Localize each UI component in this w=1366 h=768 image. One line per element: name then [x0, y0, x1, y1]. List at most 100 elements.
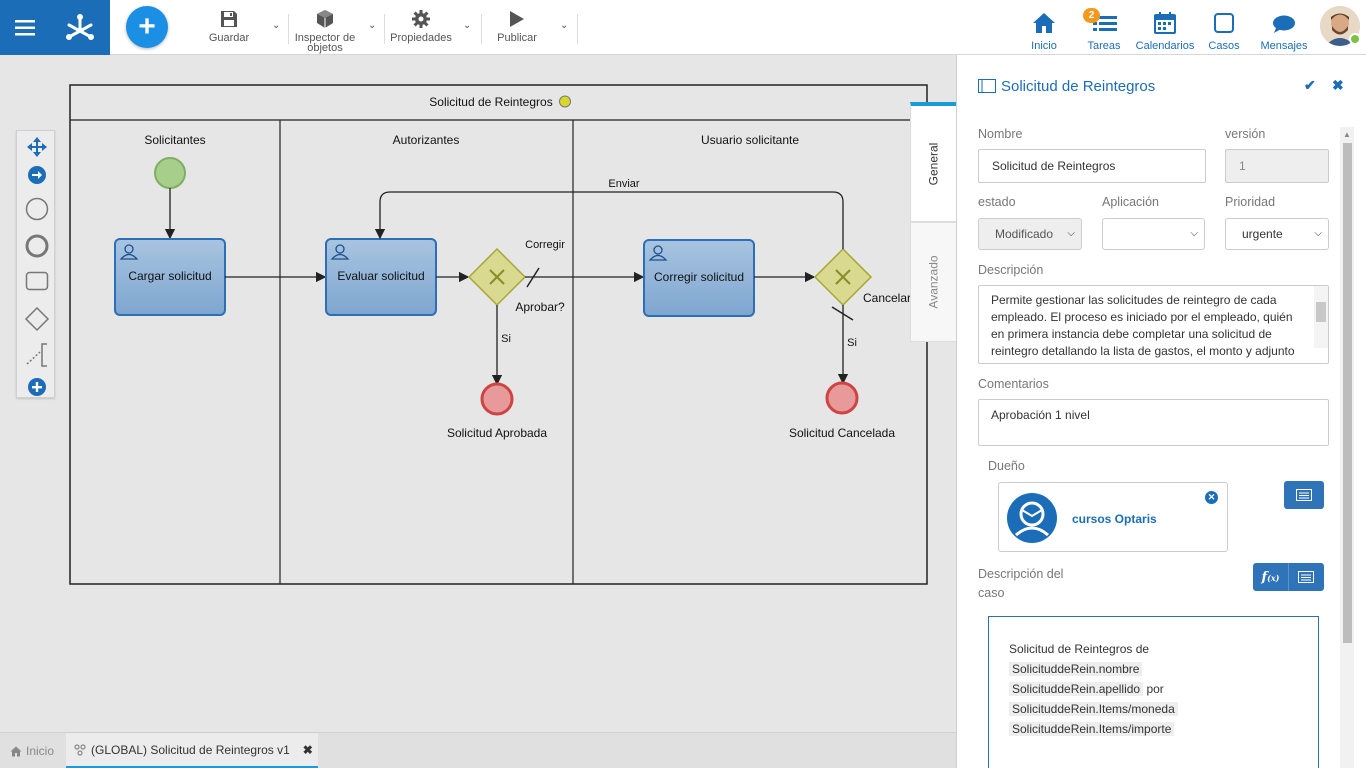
- more-tools-button[interactable]: [17, 377, 56, 397]
- application-select[interactable]: ⌵: [1102, 218, 1205, 250]
- publish-button[interactable]: Publicar: [492, 8, 542, 44]
- diamond-icon: [24, 306, 49, 332]
- owner-list-button[interactable]: [1284, 481, 1324, 509]
- properties-panel: Solicitud de Reintegros ✔ ✖ Nombre Solic…: [956, 55, 1366, 768]
- task-corregir-solicitud[interactable]: Corregir solicitud: [643, 239, 755, 317]
- bottom-tab-process[interactable]: (GLOBAL) Solicitud de Reintegros v1 ✖: [66, 733, 318, 768]
- task-tool[interactable]: [17, 271, 56, 291]
- start-event[interactable]: [154, 157, 186, 189]
- scroll-up-icon[interactable]: ▲: [1343, 130, 1351, 139]
- description-textarea[interactable]: Permite gestionar las solicitudes de rei…: [978, 285, 1329, 364]
- scroll-thumb[interactable]: [1316, 302, 1326, 322]
- menu-button[interactable]: [0, 0, 50, 55]
- app-logo[interactable]: [50, 0, 110, 55]
- tab-general[interactable]: General: [910, 102, 956, 222]
- bottom-tab-home[interactable]: Inicio: [0, 733, 64, 768]
- end-event-cancelada[interactable]: [825, 381, 859, 415]
- rounded-rect-icon: [25, 271, 48, 291]
- version-input: 1: [1225, 149, 1329, 183]
- state-select[interactable]: Modificado ⌵: [978, 218, 1082, 250]
- function-button[interactable]: f(x): [1254, 563, 1289, 591]
- nav-calendars[interactable]: Calendarios: [1134, 8, 1196, 52]
- case-list-button[interactable]: [1289, 563, 1324, 591]
- lane-label-solicitantes: Solicitantes: [144, 133, 205, 147]
- function-icon: f(x): [1261, 569, 1280, 585]
- nav-home-label: Inicio: [1031, 40, 1057, 52]
- remove-owner-button[interactable]: ✕: [1205, 491, 1218, 504]
- case-icon: [1214, 13, 1234, 33]
- case-variable-token[interactable]: SolicituddeRein.apellido: [1009, 682, 1144, 696]
- chevron-down-icon: ⌄: [272, 20, 281, 31]
- close-button[interactable]: ✖: [1332, 77, 1344, 94]
- publish-label: Publicar: [497, 32, 537, 44]
- publish-dropdown[interactable]: ⌄: [560, 20, 568, 31]
- connect-tool[interactable]: [17, 165, 56, 185]
- object-inspector-button[interactable]: Inspector de objetos: [290, 8, 360, 54]
- panel-scroll-thumb[interactable]: [1343, 143, 1352, 643]
- confirm-button[interactable]: ✔: [1304, 77, 1316, 94]
- pool-icon: [978, 79, 996, 93]
- divider: [481, 14, 482, 44]
- check-icon: ✔: [1304, 77, 1316, 93]
- move-icon: [26, 137, 47, 157]
- properties-label: Propiedades: [390, 32, 452, 44]
- inspector-dropdown[interactable]: ⌄: [368, 20, 376, 31]
- diagram-canvas[interactable]: Solicitud de Reintegros Solicitantes Aut…: [0, 55, 956, 732]
- online-status-indicator: [1349, 33, 1361, 45]
- start-event-tool[interactable]: [17, 197, 56, 221]
- pan-tool[interactable]: [17, 137, 56, 157]
- chevron-down-icon: ⌄: [560, 20, 569, 31]
- pool[interactable]: [69, 84, 928, 585]
- close-tab-button[interactable]: ✖: [303, 743, 313, 757]
- state-value: Modificado: [995, 227, 1054, 241]
- nav-tasks-label: Tareas: [1087, 40, 1121, 52]
- properties-dropdown[interactable]: ⌄: [463, 20, 471, 31]
- nav-home[interactable]: Inicio: [1024, 8, 1064, 52]
- chevron-down-icon: ⌄: [368, 20, 377, 31]
- object-inspector-label: Inspector de objetos: [294, 32, 356, 54]
- play-icon: [510, 11, 524, 27]
- name-input[interactable]: Solicitud de Reintegros: [978, 149, 1206, 183]
- description-scrollbar[interactable]: [1314, 286, 1328, 348]
- priority-select[interactable]: urgente ⌵: [1225, 218, 1329, 250]
- name-label: Nombre: [978, 127, 1023, 141]
- case-description-label: Descripción del caso: [978, 567, 1064, 600]
- list-icon: [1298, 571, 1314, 583]
- comments-textarea[interactable]: Aprobación 1 nivel: [978, 399, 1329, 446]
- process-icon: [74, 743, 86, 756]
- end-event-aprobada[interactable]: [480, 382, 514, 416]
- end-event-tool[interactable]: [17, 234, 56, 258]
- circle-icon: [25, 197, 48, 221]
- nav-cases[interactable]: Casos: [1204, 8, 1244, 52]
- description-label: Descripción: [978, 263, 1044, 277]
- annotation-icon: [25, 343, 47, 367]
- annotation-tool[interactable]: [17, 342, 56, 368]
- case-variable-token[interactable]: SolicituddeRein.Items/importe: [1009, 722, 1175, 736]
- task-evaluar-solicitud[interactable]: Evaluar solicitud: [325, 238, 437, 316]
- save-button[interactable]: Guardar: [205, 8, 253, 44]
- gear-icon: [412, 10, 430, 28]
- properties-button[interactable]: Propiedades: [388, 8, 454, 44]
- arrow-circle-icon: [27, 166, 46, 184]
- task-cargar-solicitud[interactable]: Cargar solicitud: [114, 238, 226, 316]
- case-variable-token[interactable]: SolicituddeRein.Items/moneda: [1009, 702, 1178, 716]
- cube-icon: [317, 10, 333, 28]
- end-event-label: Solicitud Cancelada: [789, 426, 895, 440]
- plus-circle-icon: [27, 378, 46, 396]
- chevron-down-icon: ⌵: [1190, 228, 1198, 239]
- owner-name[interactable]: cursos Optaris: [1072, 512, 1157, 526]
- save-label: Guardar: [208, 32, 250, 44]
- version-label: versión: [1225, 127, 1266, 141]
- case-description-editor[interactable]: Solicitud de Reintegros de SolicituddeRe…: [988, 616, 1319, 768]
- owner-card[interactable]: cursos Optaris ✕: [998, 482, 1228, 552]
- add-button[interactable]: +: [126, 6, 168, 48]
- gateway-tool[interactable]: [17, 306, 56, 332]
- process-diagram[interactable]: Solicitud de Reintegros Solicitantes Aut…: [0, 55, 956, 732]
- case-variable-token[interactable]: SolicituddeRein.nombre: [1009, 662, 1143, 676]
- bold-circle-icon: [25, 234, 48, 258]
- tab-avanzado[interactable]: Avanzado: [910, 222, 956, 342]
- flow-label-corregir: Corregir: [525, 239, 565, 251]
- nav-messages[interactable]: Mensajes: [1260, 8, 1308, 52]
- lane-label-usuario: Usuario solicitante: [701, 133, 799, 147]
- save-dropdown[interactable]: ⌄: [272, 20, 280, 31]
